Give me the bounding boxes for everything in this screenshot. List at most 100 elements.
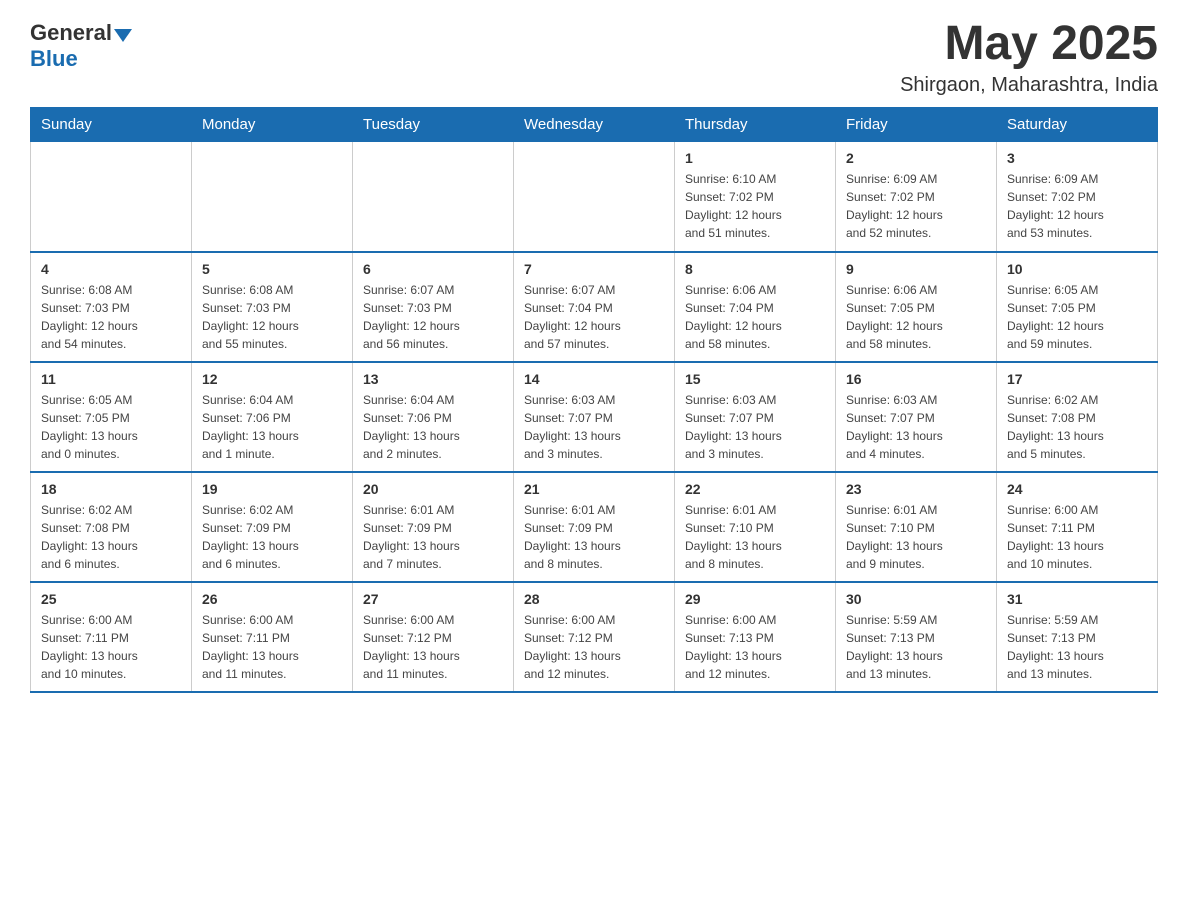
day-info: Sunrise: 6:02 AM Sunset: 7:08 PM Dayligh… xyxy=(1007,391,1147,463)
page-header: General Blue May 2025 Shirgaon, Maharash… xyxy=(30,20,1158,97)
weekday-header-monday: Monday xyxy=(192,108,353,142)
day-number: 9 xyxy=(846,261,986,277)
weekday-header-tuesday: Tuesday xyxy=(353,108,514,142)
month-title: May 2025 xyxy=(900,20,1158,68)
calendar-cell: 8 Sunrise: 6:06 AM Sunset: 7:04 PM Daylig… xyxy=(675,252,836,362)
day-number: 2 xyxy=(846,150,986,166)
day-info: Sunrise: 6:07 AM Sunset: 7:04 PM Dayligh… xyxy=(524,281,664,353)
calendar-week-row: 18Sunrise: 6:02 AM Sunset: 7:08 PM Dayli… xyxy=(31,472,1158,582)
logo-blue-text: Blue xyxy=(30,46,78,71)
calendar-cell: 29Sunrise: 6:00 AM Sunset: 7:13 PM Dayli… xyxy=(675,582,836,692)
calendar-week-row: 25 Sunrise: 6:00 AM Sunset: 7:11 PM Dayli… xyxy=(31,582,1158,692)
day-number: 12 xyxy=(202,371,342,387)
day-info: Sunrise: 6:00 AM Sunset: 7:12 PM Dayligh… xyxy=(363,611,503,683)
calendar-cell: 22 Sunrise: 6:01 AM Sunset: 7:10 PM Dayli… xyxy=(675,472,836,582)
calendar-cell xyxy=(353,142,514,252)
weekday-header-thursday: Thursday xyxy=(675,108,836,142)
day-number: 28 xyxy=(524,591,664,607)
day-number: 4 xyxy=(41,261,181,277)
day-number: 5 xyxy=(202,261,342,277)
day-number: 8 xyxy=(685,261,825,277)
calendar-cell: 23 Sunrise: 6:01 AM Sunset: 7:10 PM Dayli… xyxy=(836,472,997,582)
day-info: Sunrise: 6:06 AM Sunset: 7:04 PM Dayligh… xyxy=(685,281,825,353)
day-number: 11 xyxy=(41,371,181,387)
calendar-week-row: 11 Sunrise: 6:05 AM Sunset: 7:05 PM Dayli… xyxy=(31,362,1158,472)
calendar-cell: 1 Sunrise: 6:10 AM Sunset: 7:02 PM Daylig… xyxy=(675,142,836,252)
day-info: Sunrise: 6:09 AM Sunset: 7:02 PM Dayligh… xyxy=(1007,170,1147,242)
logo-triangle-icon xyxy=(114,29,132,42)
calendar-cell xyxy=(514,142,675,252)
logo: General Blue xyxy=(30,20,132,72)
day-info: Sunrise: 6:05 AM Sunset: 7:05 PM Dayligh… xyxy=(41,391,181,463)
day-number: 24 xyxy=(1007,481,1147,497)
calendar-cell: 3 Sunrise: 6:09 AM Sunset: 7:02 PM Daylig… xyxy=(997,142,1158,252)
calendar-cell: 11 Sunrise: 6:05 AM Sunset: 7:05 PM Dayli… xyxy=(31,362,192,472)
day-number: 19 xyxy=(202,481,342,497)
calendar-cell: 4 Sunrise: 6:08 AM Sunset: 7:03 PM Daylig… xyxy=(31,252,192,362)
day-info: Sunrise: 6:02 AM Sunset: 7:09 PM Dayligh… xyxy=(202,501,342,573)
day-number: 30 xyxy=(846,591,986,607)
day-number: 31 xyxy=(1007,591,1147,607)
calendar-cell: 20Sunrise: 6:01 AM Sunset: 7:09 PM Dayli… xyxy=(353,472,514,582)
day-number: 17 xyxy=(1007,371,1147,387)
day-info: Sunrise: 6:01 AM Sunset: 7:09 PM Dayligh… xyxy=(524,501,664,573)
day-number: 6 xyxy=(363,261,503,277)
day-info: Sunrise: 6:07 AM Sunset: 7:03 PM Dayligh… xyxy=(363,281,503,353)
day-number: 27 xyxy=(363,591,503,607)
day-info: Sunrise: 6:04 AM Sunset: 7:06 PM Dayligh… xyxy=(363,391,503,463)
day-info: Sunrise: 6:01 AM Sunset: 7:10 PM Dayligh… xyxy=(685,501,825,573)
day-number: 25 xyxy=(41,591,181,607)
calendar-cell: 27 Sunrise: 6:00 AM Sunset: 7:12 PM Dayli… xyxy=(353,582,514,692)
calendar-cell xyxy=(31,142,192,252)
weekday-header-friday: Friday xyxy=(836,108,997,142)
calendar-cell: 13 Sunrise: 6:04 AM Sunset: 7:06 PM Dayli… xyxy=(353,362,514,472)
day-info: Sunrise: 6:10 AM Sunset: 7:02 PM Dayligh… xyxy=(685,170,825,242)
day-info: Sunrise: 6:00 AM Sunset: 7:12 PM Dayligh… xyxy=(524,611,664,683)
day-info: Sunrise: 5:59 AM Sunset: 7:13 PM Dayligh… xyxy=(846,611,986,683)
day-info: Sunrise: 6:09 AM Sunset: 7:02 PM Dayligh… xyxy=(846,170,986,242)
day-info: Sunrise: 6:03 AM Sunset: 7:07 PM Dayligh… xyxy=(846,391,986,463)
day-number: 18 xyxy=(41,481,181,497)
day-info: Sunrise: 6:03 AM Sunset: 7:07 PM Dayligh… xyxy=(685,391,825,463)
day-number: 1 xyxy=(685,150,825,166)
day-info: Sunrise: 6:05 AM Sunset: 7:05 PM Dayligh… xyxy=(1007,281,1147,353)
day-info: Sunrise: 6:08 AM Sunset: 7:03 PM Dayligh… xyxy=(202,281,342,353)
weekday-header-saturday: Saturday xyxy=(997,108,1158,142)
day-number: 26 xyxy=(202,591,342,607)
calendar-cell: 25 Sunrise: 6:00 AM Sunset: 7:11 PM Dayli… xyxy=(31,582,192,692)
calendar-cell: 10Sunrise: 6:05 AM Sunset: 7:05 PM Dayli… xyxy=(997,252,1158,362)
weekday-header-wednesday: Wednesday xyxy=(514,108,675,142)
day-info: Sunrise: 6:03 AM Sunset: 7:07 PM Dayligh… xyxy=(524,391,664,463)
calendar-cell: 21 Sunrise: 6:01 AM Sunset: 7:09 PM Dayli… xyxy=(514,472,675,582)
day-number: 13 xyxy=(363,371,503,387)
day-number: 22 xyxy=(685,481,825,497)
calendar-cell: 6 Sunrise: 6:07 AM Sunset: 7:03 PM Daylig… xyxy=(353,252,514,362)
day-number: 3 xyxy=(1007,150,1147,166)
day-number: 20 xyxy=(363,481,503,497)
calendar-cell: 7 Sunrise: 6:07 AM Sunset: 7:04 PM Daylig… xyxy=(514,252,675,362)
calendar-cell: 15 Sunrise: 6:03 AM Sunset: 7:07 PM Dayli… xyxy=(675,362,836,472)
day-info: Sunrise: 6:08 AM Sunset: 7:03 PM Dayligh… xyxy=(41,281,181,353)
calendar-cell: 19 Sunrise: 6:02 AM Sunset: 7:09 PM Dayli… xyxy=(192,472,353,582)
day-number: 23 xyxy=(846,481,986,497)
day-number: 15 xyxy=(685,371,825,387)
calendar-cell: 31Sunrise: 5:59 AM Sunset: 7:13 PM Dayli… xyxy=(997,582,1158,692)
day-number: 7 xyxy=(524,261,664,277)
calendar-table: SundayMondayTuesdayWednesdayThursdayFrid… xyxy=(30,107,1158,693)
day-info: Sunrise: 6:04 AM Sunset: 7:06 PM Dayligh… xyxy=(202,391,342,463)
calendar-cell: 9 Sunrise: 6:06 AM Sunset: 7:05 PM Daylig… xyxy=(836,252,997,362)
day-number: 29 xyxy=(685,591,825,607)
day-info: Sunrise: 6:01 AM Sunset: 7:10 PM Dayligh… xyxy=(846,501,986,573)
day-number: 14 xyxy=(524,371,664,387)
title-section: May 2025 Shirgaon, Maharashtra, India xyxy=(900,20,1158,97)
day-info: Sunrise: 6:06 AM Sunset: 7:05 PM Dayligh… xyxy=(846,281,986,353)
calendar-cell: 12 Sunrise: 6:04 AM Sunset: 7:06 PM Dayli… xyxy=(192,362,353,472)
weekday-header-sunday: Sunday xyxy=(31,108,192,142)
calendar-cell: 16 Sunrise: 6:03 AM Sunset: 7:07 PM Dayli… xyxy=(836,362,997,472)
calendar-cell: 14 Sunrise: 6:03 AM Sunset: 7:07 PM Dayli… xyxy=(514,362,675,472)
day-info: Sunrise: 6:00 AM Sunset: 7:11 PM Dayligh… xyxy=(41,611,181,683)
calendar-cell: 2 Sunrise: 6:09 AM Sunset: 7:02 PM Daylig… xyxy=(836,142,997,252)
day-info: Sunrise: 6:00 AM Sunset: 7:11 PM Dayligh… xyxy=(1007,501,1147,573)
day-number: 21 xyxy=(524,481,664,497)
day-number: 16 xyxy=(846,371,986,387)
